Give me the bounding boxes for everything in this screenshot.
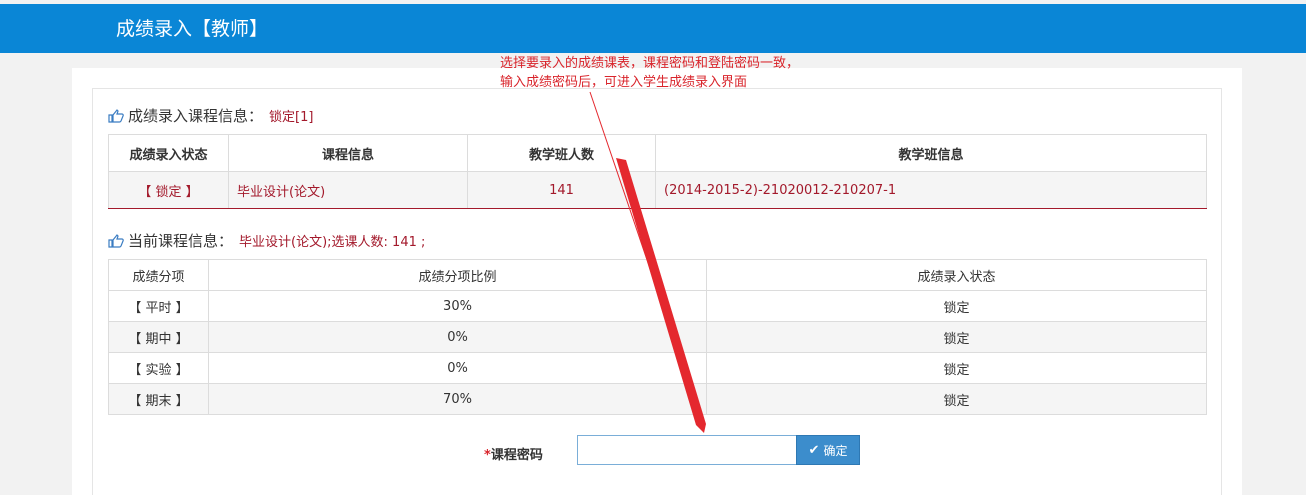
component-status-cell: 锁定 bbox=[706, 383, 1207, 415]
component-ratio-cell: 70% bbox=[208, 383, 707, 415]
help-annotation-line: 输入成绩密码后，可进入学生成绩录入界面 bbox=[500, 75, 748, 90]
course-password-label: *课程密码 bbox=[484, 444, 543, 463]
check-icon: ✔ bbox=[808, 442, 820, 458]
course-info-heading: 成绩录入课程信息： 锁定[1] bbox=[108, 105, 313, 126]
current-course-value: 毕业设计(论文);选课人数: 141 ; bbox=[239, 235, 426, 250]
course-name-cell[interactable]: 毕业设计(论文) bbox=[228, 171, 468, 209]
component-name-cell: 【 平时 】 bbox=[108, 290, 209, 322]
required-mark: * bbox=[484, 448, 491, 463]
current-course-heading-label: 当前课程信息： bbox=[128, 232, 234, 250]
component-status-cell: 锁定 bbox=[706, 321, 1207, 353]
grade-components-table: 成绩分项 成绩分项比例 成绩录入状态 【 平时 】 30% 锁定 【 期中 】 … bbox=[108, 259, 1207, 415]
component-status-cell: 锁定 bbox=[706, 352, 1207, 384]
component-name-cell: 【 期中 】 bbox=[108, 321, 209, 353]
table-row: 【 期末 】 70% 锁定 bbox=[108, 383, 1207, 415]
table-row: 【 实验 】 0% 锁定 bbox=[108, 352, 1207, 384]
help-annotation-line: 选择要录入的成绩课表，课程密码和登陆密码一致， bbox=[500, 56, 800, 71]
lock-count-badge: 锁定[1] bbox=[269, 110, 314, 125]
course-password-input[interactable] bbox=[577, 435, 797, 465]
column-header: 成绩录入状态 bbox=[108, 134, 229, 172]
column-header: 成绩录入状态 bbox=[706, 259, 1207, 291]
table-row: 【 期中 】 0% 锁定 bbox=[108, 321, 1207, 353]
table-row: 【 平时 】 30% 锁定 bbox=[108, 290, 1207, 322]
page-title: 成绩录入【教师】 bbox=[116, 18, 269, 40]
class-size-cell: 141 bbox=[467, 171, 656, 209]
component-ratio-cell: 0% bbox=[208, 321, 707, 353]
component-status-cell: 锁定 bbox=[706, 290, 1207, 322]
course-info-table: 成绩录入状态 课程信息 教学班人数 教学班信息 【 锁定 】 毕业设计(论文) … bbox=[108, 134, 1207, 209]
entry-status-cell: 【 锁定 】 bbox=[108, 171, 229, 209]
pointing-hand-icon bbox=[108, 108, 124, 123]
component-name-cell: 【 期末 】 bbox=[108, 383, 209, 415]
column-header: 课程信息 bbox=[228, 134, 468, 172]
component-name-cell: 【 实验 】 bbox=[108, 352, 209, 384]
current-course-heading: 当前课程信息： 毕业设计(论文);选课人数: 141 ; bbox=[108, 230, 425, 251]
table-header-row: 成绩分项 成绩分项比例 成绩录入状态 bbox=[108, 259, 1207, 291]
help-annotation: 选择要录入的成绩课表，课程密码和登陆密码一致， 输入成绩密码后，可进入学生成绩录… bbox=[500, 54, 799, 92]
column-header: 教学班信息 bbox=[655, 134, 1207, 172]
pointing-hand-icon bbox=[108, 233, 124, 248]
course-password-label-text: 课程密码 bbox=[490, 448, 543, 463]
table-header-row: 成绩录入状态 课程信息 教学班人数 教学班信息 bbox=[108, 134, 1207, 172]
column-header: 教学班人数 bbox=[467, 134, 656, 172]
course-info-heading-label: 成绩录入课程信息： bbox=[128, 107, 264, 125]
column-header: 成绩分项比例 bbox=[208, 259, 707, 291]
column-header: 成绩分项 bbox=[108, 259, 209, 291]
class-info-cell: (2014-2015-2)-21020012-210207-1 bbox=[655, 171, 1207, 209]
confirm-button-label: 确定 bbox=[823, 443, 848, 458]
table-row[interactable]: 【 锁定 】 毕业设计(论文) 141 (2014-2015-2)-210200… bbox=[108, 171, 1207, 209]
confirm-button[interactable]: ✔ 确定 bbox=[796, 435, 860, 465]
top-header-bar: 成绩录入【教师】 bbox=[0, 4, 1306, 53]
component-ratio-cell: 30% bbox=[208, 290, 707, 322]
component-ratio-cell: 0% bbox=[208, 352, 707, 384]
